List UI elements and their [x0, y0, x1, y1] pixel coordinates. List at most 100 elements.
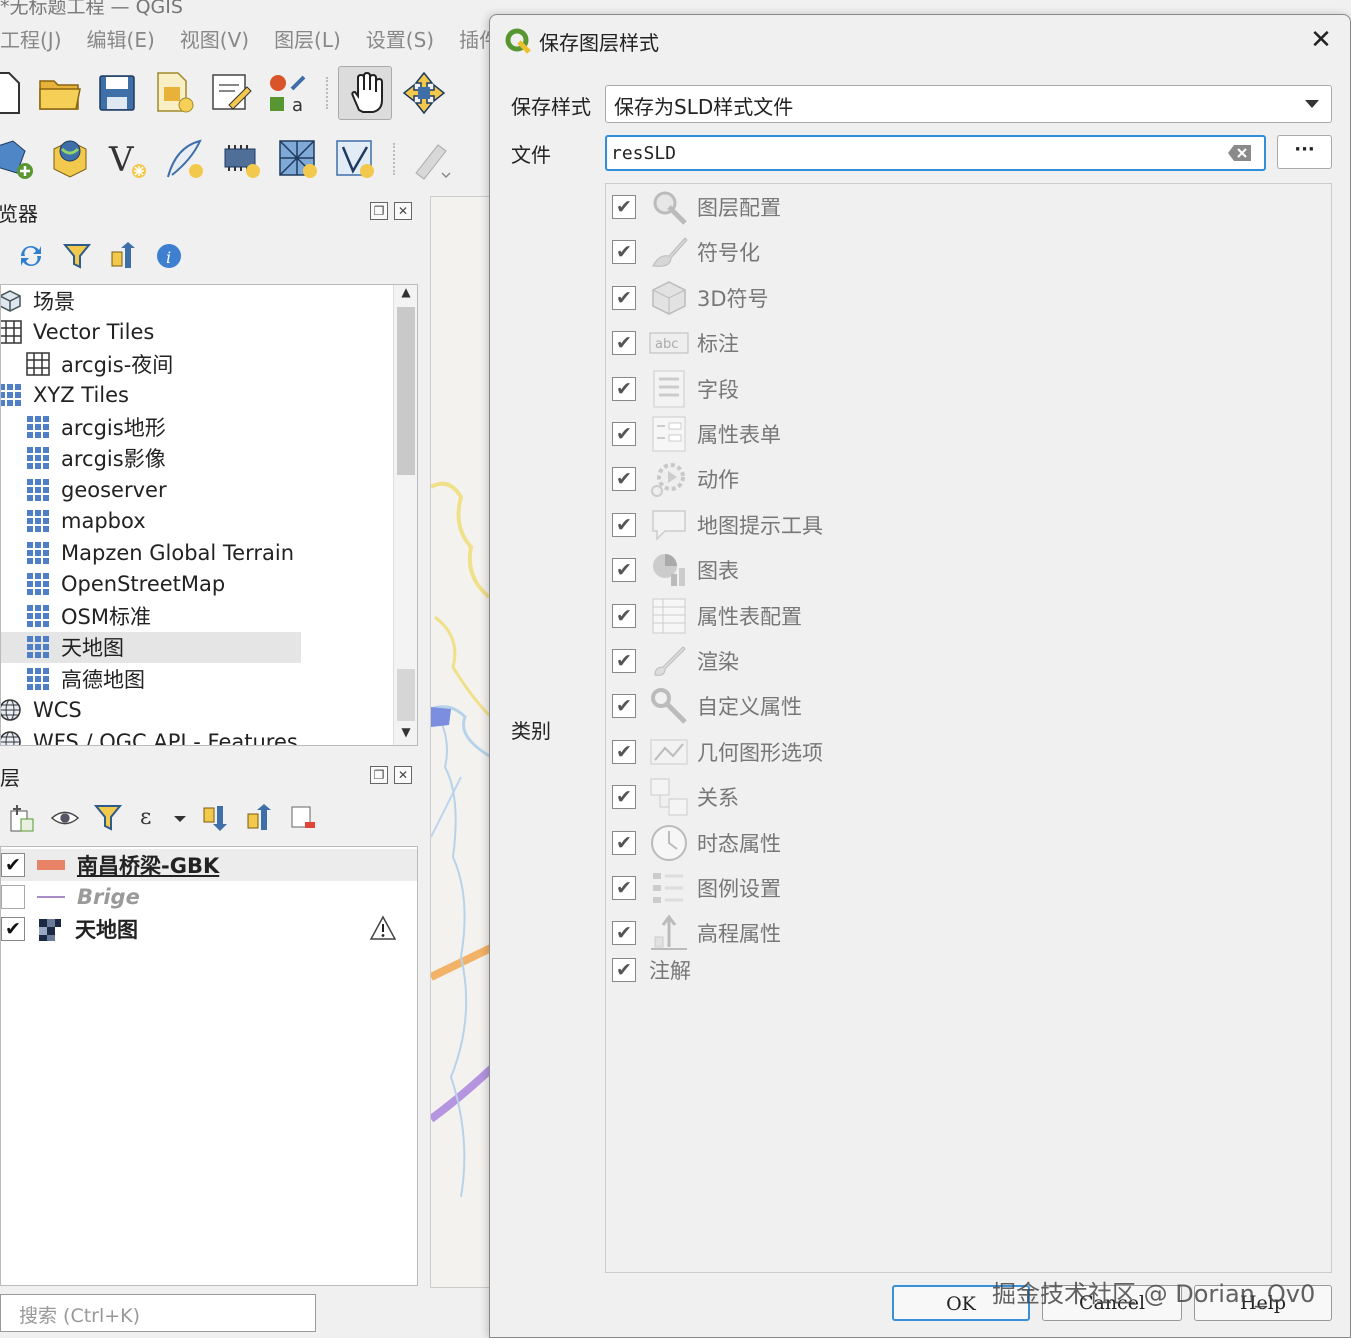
new-mesh-layer-icon[interactable]: [273, 134, 323, 184]
print-layout-icon[interactable]: [206, 68, 256, 118]
category-checkbox[interactable]: ✔: [612, 876, 636, 900]
style-panel-icon[interactable]: [6, 803, 36, 833]
browser-item[interactable]: arcgis-夜间: [1, 348, 173, 379]
layer-row[interactable]: Brige: [1, 881, 417, 913]
category-checkbox[interactable]: ✔: [612, 739, 636, 764]
category-checkbox[interactable]: ✔: [612, 921, 636, 946]
category-item[interactable]: ✔ 动作: [612, 461, 739, 498]
new-gpx-layer-icon[interactable]: [159, 134, 209, 184]
close-icon[interactable]: ✕: [1308, 27, 1334, 53]
category-item[interactable]: ✔ 几何图形选项: [612, 734, 823, 770]
category-checkbox[interactable]: ✔: [612, 958, 636, 983]
browser-item[interactable]: Mapzen Global Terrain: [1, 537, 294, 568]
category-item[interactable]: ✔ 时态属性: [612, 824, 781, 861]
pan-to-selection-icon[interactable]: [399, 68, 449, 118]
browser-item[interactable]: XYZ Tiles: [1, 380, 129, 411]
category-checkbox[interactable]: ✔: [612, 195, 636, 219]
layer-visibility-checkbox[interactable]: ✔: [1, 853, 25, 877]
browser-scrollbar[interactable]: ▲ ▼: [393, 285, 417, 745]
category-checkbox[interactable]: ✔: [612, 830, 636, 855]
warning-icon[interactable]: [369, 915, 397, 941]
menu-settings[interactable]: 设置(S): [366, 24, 434, 58]
float-panel-icon[interactable]: ❐: [370, 202, 388, 220]
layer-row[interactable]: ✔ 南昌桥梁-GBK: [1, 849, 417, 881]
category-checkbox[interactable]: ✔: [612, 422, 636, 446]
browser-item[interactable]: mapbox: [1, 506, 146, 537]
expand-all-icon[interactable]: [200, 803, 230, 833]
category-item[interactable]: ✔ 图层配置: [612, 189, 781, 225]
category-checkbox[interactable]: ✔: [612, 240, 636, 265]
category-item[interactable]: ✔ 自定义属性: [612, 688, 802, 725]
info-icon[interactable]: i: [154, 241, 184, 271]
style-manager-icon[interactable]: a: [263, 68, 313, 118]
save-as-project-icon[interactable]: [149, 68, 199, 118]
map-canvas[interactable]: [430, 196, 492, 1288]
open-project-icon[interactable]: [35, 68, 85, 118]
category-checkbox[interactable]: ✔: [612, 649, 636, 673]
scroll-up-icon[interactable]: ▲: [394, 285, 417, 305]
category-item[interactable]: ✔ 属性表配置: [612, 598, 802, 634]
new-spatialite-layer-icon[interactable]: [45, 134, 95, 184]
save-project-icon[interactable]: [92, 68, 142, 118]
browser-item[interactable]: 高德地图: [1, 663, 145, 694]
file-path-input[interactable]: resSLD: [605, 135, 1266, 171]
pan-map-icon[interactable]: [338, 66, 392, 120]
locator-search-input[interactable]: 搜索 (Ctrl+K): [0, 1294, 316, 1332]
category-item[interactable]: ✔ abc 标注: [612, 325, 739, 361]
filter-expression-icon[interactable]: ε: [138, 803, 186, 833]
new-shapefile-layer-icon[interactable]: [0, 134, 38, 184]
category-checkbox[interactable]: ✔: [612, 331, 636, 356]
layer-row[interactable]: ✔ 天地图: [1, 913, 417, 945]
browser-item[interactable]: WCS: [1, 695, 82, 726]
browser-item[interactable]: OpenStreetMap: [1, 569, 225, 600]
category-checkbox[interactable]: ✔: [612, 785, 636, 810]
category-item[interactable]: ✔ 符号化: [612, 234, 760, 270]
close-panel-icon[interactable]: ✕: [394, 766, 412, 784]
category-item[interactable]: ✔ 注解: [612, 952, 691, 988]
browser-item[interactable]: Vector Tiles: [1, 317, 154, 348]
browser-item[interactable]: geoserver: [1, 474, 167, 505]
category-checkbox[interactable]: ✔: [612, 603, 636, 628]
category-checkbox[interactable]: ✔: [612, 694, 636, 719]
new-temporary-layer-icon[interactable]: [216, 134, 266, 184]
new-point-cloud-layer-icon[interactable]: [330, 134, 380, 184]
browse-file-button[interactable]: ···: [1277, 135, 1332, 169]
new-virtual-layer-icon[interactable]: V: [102, 134, 152, 184]
scroll-down-icon[interactable]: ▼: [394, 725, 417, 745]
category-item[interactable]: ✔ 3D符号: [612, 280, 769, 316]
filter-legend-icon[interactable]: [94, 803, 124, 833]
toolbar-grip[interactable]: [326, 77, 332, 109]
browser-item[interactable]: WFS / OGC API - Features: [1, 726, 298, 745]
browser-item[interactable]: 天地图: [1, 631, 301, 663]
layer-visibility-checkbox[interactable]: ✔: [1, 917, 25, 941]
category-item[interactable]: ✔ 地图提示工具: [612, 507, 823, 543]
category-item[interactable]: ✔ 渲染: [612, 643, 739, 679]
layer-visibility-checkbox[interactable]: [1, 885, 25, 909]
scroll-thumb[interactable]: [397, 307, 415, 475]
refresh-icon[interactable]: [16, 241, 46, 271]
category-item[interactable]: ✔ 图表: [612, 552, 739, 588]
browser-item[interactable]: OSM标准: [1, 600, 151, 631]
menu-layer[interactable]: 图层(L): [274, 24, 341, 58]
browser-item[interactable]: arcgis地形: [1, 411, 166, 442]
category-item[interactable]: ✔ 属性表单: [612, 416, 781, 452]
menu-view[interactable]: 视图(V): [180, 24, 249, 58]
category-item[interactable]: ✔ 高程属性: [612, 914, 781, 951]
filter-icon[interactable]: [62, 241, 92, 271]
float-panel-icon[interactable]: ❐: [370, 766, 388, 784]
remove-layer-icon[interactable]: [288, 803, 318, 833]
close-panel-icon[interactable]: ✕: [394, 202, 412, 220]
category-checkbox[interactable]: ✔: [612, 512, 636, 537]
browser-item[interactable]: 场景: [1, 285, 75, 316]
menu-edit[interactable]: 编辑(E): [87, 24, 155, 58]
category-checkbox[interactable]: ✔: [612, 558, 636, 583]
menu-project[interactable]: 工程(J): [0, 24, 62, 58]
digitize-pencil-icon[interactable]: [405, 134, 455, 184]
collapse-all-icon[interactable]: [244, 803, 274, 833]
category-checkbox[interactable]: ✔: [612, 467, 636, 492]
toolbar-grip[interactable]: [393, 143, 399, 175]
browser-item[interactable]: arcgis影像: [1, 443, 166, 474]
category-item[interactable]: ✔ 字段: [612, 370, 739, 408]
visibility-eye-icon[interactable]: [50, 803, 80, 833]
collapse-all-icon[interactable]: [108, 241, 138, 271]
